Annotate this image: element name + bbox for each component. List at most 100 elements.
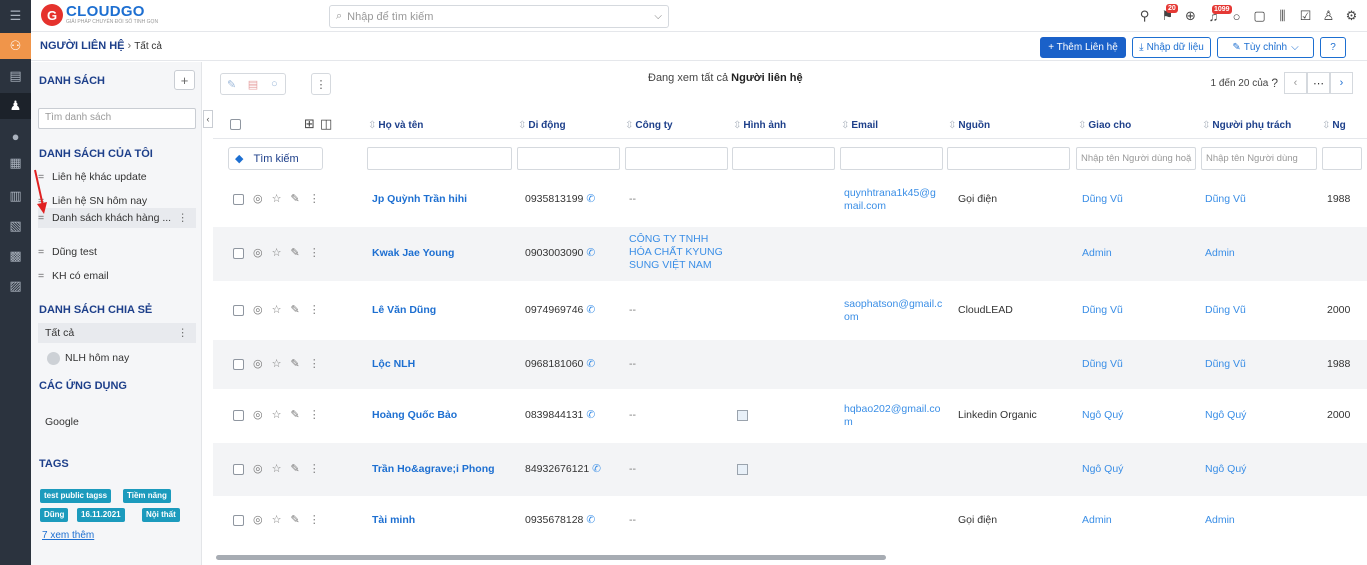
owner-user-link[interactable]: Admin — [1205, 514, 1235, 526]
star-icon[interactable]: ☆ — [272, 357, 282, 370]
contact-name-link[interactable]: Jp Quỳnh Trần hihi — [372, 193, 467, 205]
email-link[interactable]: saophatson@gmail.com — [844, 298, 944, 324]
list-item-selected[interactable]: = Danh sách khách hàng ... ⋮ — [38, 208, 196, 228]
contact-name-link[interactable]: Tài minh — [372, 514, 415, 526]
more-vertical-icon[interactable]: ⋮ — [309, 357, 320, 370]
add-circle-icon[interactable]: ⊕ — [1179, 8, 1202, 24]
row-checkbox[interactable] — [233, 463, 244, 475]
phone-call-icon[interactable]: ✆ — [586, 358, 595, 370]
edit-pencil-icon[interactable]: ✎ — [290, 462, 299, 475]
filter-extra-input[interactable] — [1322, 147, 1362, 170]
star-icon[interactable]: ☆ — [272, 408, 282, 421]
contact-name-link[interactable]: Lê Văn Dũng — [372, 304, 436, 316]
row-checkbox[interactable] — [233, 410, 244, 421]
help-button[interactable]: ? — [1320, 37, 1346, 58]
calendar-top-icon[interactable]: ▢ — [1248, 8, 1271, 24]
hamburger-menu-icon[interactable]: ☰ — [0, 3, 31, 29]
more-vertical-icon[interactable]: ⋮ — [309, 408, 320, 421]
column-header-assigned[interactable]: ⇳ Giao cho — [1078, 120, 1131, 131]
row-checkbox[interactable] — [233, 304, 244, 316]
reports-icon[interactable]: ⫼ — [1271, 8, 1294, 24]
column-header-mobile[interactable]: ⇳ Di động — [518, 120, 566, 131]
column-header-name[interactable]: ⇳ Họ và tên — [368, 120, 423, 131]
owner-user-link[interactable]: Ngô Quý — [1205, 463, 1246, 475]
filter-company-input[interactable] — [625, 147, 728, 170]
row-checkbox[interactable] — [233, 515, 244, 526]
company-link[interactable]: CÔNG TY TNHH HÓA CHẤT KYUNG SUNG VIỆT NA… — [629, 233, 729, 272]
more-actions-button[interactable]: ⋮ — [311, 73, 331, 95]
view-eye-icon[interactable]: ◎ — [253, 357, 263, 370]
filter-mobile-input[interactable] — [517, 147, 620, 170]
bell-icon[interactable]: ♫ 1099 — [1202, 4, 1232, 24]
calendar-alt-icon[interactable]: ▨ — [0, 273, 31, 299]
global-search-input[interactable]: ⌕ Nhập để tìm kiếm ⌵ — [329, 5, 669, 28]
view-eye-icon[interactable]: ◎ — [253, 192, 263, 205]
star-icon[interactable]: ☆ — [272, 192, 282, 205]
row-checkbox[interactable] — [233, 194, 244, 205]
filter-name-input[interactable] — [367, 147, 512, 170]
filter-assigned-input[interactable]: Nhập tên Người dùng hoặ — [1076, 147, 1196, 170]
edit-pencil-icon[interactable]: ✎ — [221, 78, 242, 91]
owner-user-link[interactable]: Dũng Vũ — [1205, 358, 1246, 370]
assigned-user-link[interactable]: Dũng Vũ — [1082, 358, 1123, 370]
location-icon[interactable]: ⚲ — [1133, 8, 1156, 24]
row-checkbox[interactable] — [233, 248, 244, 259]
owner-user-link[interactable]: Dũng Vũ — [1205, 193, 1246, 205]
next-page-button[interactable]: › — [1330, 72, 1353, 94]
eraser-icon[interactable]: ◆ — [235, 152, 243, 165]
column-header-source[interactable]: ⇳ Nguồn — [948, 120, 990, 131]
building-icon[interactable]: ▥ — [0, 183, 31, 209]
delete-trash-icon[interactable]: ▤ — [242, 78, 263, 91]
tasks-icon[interactable]: ☑ — [1294, 8, 1317, 24]
filter-search-button[interactable]: ◆ Tìm kiếm — [228, 147, 323, 170]
row-checkbox[interactable] — [233, 358, 244, 370]
column-header-image[interactable]: ⇳ Hình ảnh — [733, 120, 786, 131]
phone-call-icon[interactable]: ✆ — [586, 409, 595, 421]
edit-pencil-icon[interactable]: ✎ — [290, 303, 299, 316]
contact-person-icon[interactable]: ♟ — [0, 93, 31, 119]
edit-pencil-icon[interactable]: ✎ — [290, 513, 299, 526]
customize-button[interactable]: ✎ Tùy chỉnh ⌵ — [1217, 37, 1314, 58]
clipboard-icon[interactable]: ▧ — [0, 213, 31, 239]
assigned-user-link[interactable]: Dũng Vũ — [1082, 193, 1123, 205]
page-more-button[interactable]: ⋯ — [1307, 72, 1330, 94]
tag-chip[interactable]: 16.11.2021 — [77, 508, 125, 522]
more-vertical-icon[interactable]: ⋮ — [178, 212, 189, 224]
phone-call-icon[interactable]: ✆ — [586, 193, 595, 205]
filter-image-input[interactable] — [732, 147, 835, 170]
filter-owner-input[interactable]: Nhập tên Người dùng — [1201, 147, 1317, 170]
assigned-user-link[interactable]: Admin — [1082, 514, 1112, 526]
phone-call-icon[interactable]: ✆ — [592, 463, 601, 475]
contacts-module-icon[interactable]: ⚇ — [0, 33, 31, 59]
megaphone-icon[interactable]: ⚑ 20 — [1156, 4, 1179, 24]
more-vertical-icon[interactable]: ⋮ — [309, 246, 320, 259]
star-icon[interactable]: ☆ — [272, 513, 282, 526]
contact-name-link[interactable]: Hoàng Quốc Bảo — [372, 409, 457, 421]
profile-icon[interactable]: ♙ — [1317, 8, 1340, 24]
edit-pencil-icon[interactable]: ✎ — [290, 246, 299, 259]
star-icon[interactable]: ☆ — [272, 246, 282, 259]
filter-source-input[interactable] — [947, 147, 1070, 170]
show-more-tags-link[interactable]: 7 xem thêm — [42, 530, 94, 541]
split-view-icon[interactable]: ◫ — [320, 116, 332, 132]
tag-chip[interactable]: Tiềm năng — [123, 489, 171, 503]
add-contact-button[interactable]: + Thêm Liên hệ — [1040, 37, 1126, 58]
email-link[interactable]: hqbao202@gmail.com — [844, 403, 944, 429]
more-vertical-icon[interactable]: ⋮ — [309, 192, 320, 205]
email-link[interactable]: quynhtrana1k45@gmail.com — [844, 187, 944, 213]
filter-email-input[interactable] — [840, 147, 943, 170]
shared-item[interactable]: NLH hôm nay — [38, 348, 196, 368]
view-eye-icon[interactable]: ◎ — [253, 408, 263, 421]
select-all-checkbox[interactable] — [230, 119, 241, 130]
tag-chip[interactable]: Nội thất — [142, 508, 180, 522]
column-header-truncated[interactable]: ⇳ Ng — [1322, 120, 1346, 131]
edit-pencil-icon[interactable]: ✎ — [290, 357, 299, 370]
more-vertical-icon[interactable]: ⋮ — [309, 462, 320, 475]
list-item[interactable]: = Dũng test — [38, 242, 196, 262]
assigned-user-link[interactable]: Admin — [1082, 247, 1112, 259]
more-vertical-icon[interactable]: ⋮ — [309, 513, 320, 526]
tag-chip[interactable]: test public tagss — [40, 489, 112, 503]
prev-page-button[interactable]: ‹ — [1284, 72, 1307, 94]
assigned-user-link[interactable]: Dũng Vũ — [1082, 304, 1123, 316]
column-header-email[interactable]: ⇳ Email — [841, 120, 878, 131]
